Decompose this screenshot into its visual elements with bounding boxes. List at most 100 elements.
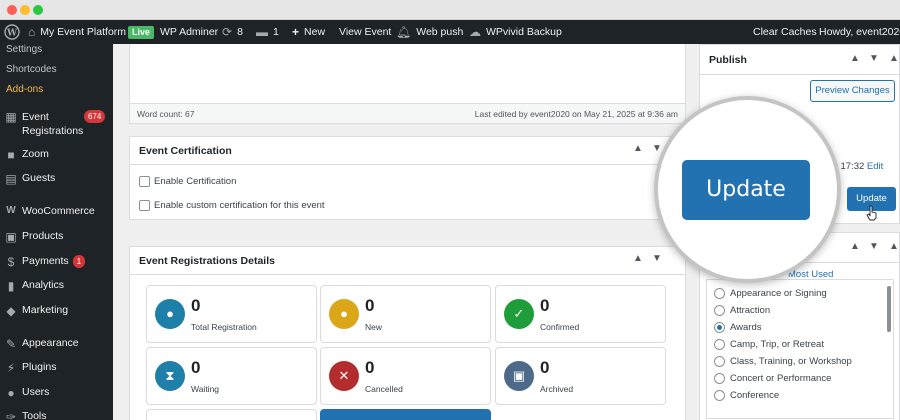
content-editor[interactable]: Word count: 67 Last edited by event2020 … — [129, 44, 686, 124]
category-radio[interactable] — [714, 339, 725, 350]
category-item[interactable]: Awards — [714, 322, 762, 333]
menu-plugins[interactable]: ⚡︎ Plugins — [0, 361, 113, 375]
word-count: Word count: 67 — [137, 109, 195, 119]
menu-analytics[interactable]: ▮ Analytics — [0, 279, 113, 293]
move-up-icon[interactable]: ▲ — [850, 53, 860, 64]
menu-event-registrations[interactable]: ▦ Event Registrations 674 — [0, 110, 113, 138]
menu-payments[interactable]: $ Payments 1 — [0, 255, 113, 269]
bar-chart-icon: ▮ — [7, 279, 15, 293]
category-list-scrollbar[interactable] — [887, 286, 891, 332]
collapse-icon[interactable]: ▲ — [889, 241, 899, 252]
preview-changes-button[interactable]: Preview Changes — [810, 80, 895, 102]
menu-appearance[interactable]: ✎ Appearance — [0, 337, 113, 351]
live-badge: Live — [128, 25, 155, 39]
category-item[interactable]: Attraction — [714, 305, 770, 316]
editor-status-bar: Word count: 67 Last edited by event2020 … — [130, 103, 685, 123]
category-item[interactable]: Conference — [714, 390, 779, 401]
id-card-icon: ▤ — [5, 172, 17, 186]
move-down-icon[interactable]: ▼ — [869, 241, 879, 252]
site-name-link[interactable]: ⌂ My Event Platform — [28, 20, 126, 44]
user-plus-icon: ● — [329, 299, 359, 329]
wp-adminer-link[interactable]: Live WP Adminer — [128, 20, 218, 44]
admin-bar: W ⌂ My Event Platform Live WP Adminer ⟳ … — [0, 20, 900, 44]
stat-card-cancelled[interactable]: ✕ 0 Cancelled — [320, 347, 491, 405]
move-down-icon[interactable]: ▼ — [869, 53, 879, 64]
category-radio[interactable] — [714, 356, 725, 367]
wordpress-logo-icon[interactable]: W — [4, 20, 20, 44]
home-icon: ⌂ — [28, 25, 36, 39]
video-icon: ■ — [7, 148, 15, 162]
category-item[interactable]: Appearance or Signing — [714, 288, 827, 299]
hand-cursor-icon — [866, 205, 877, 221]
category-radio[interactable] — [714, 305, 725, 316]
updates-link[interactable]: ⟳ 8 — [222, 20, 243, 44]
submenu-settings[interactable]: Settings — [6, 44, 42, 55]
view-event-link[interactable]: View Event — [339, 20, 391, 44]
minimize-window-button[interactable] — [20, 5, 30, 15]
comments-link[interactable]: ▬ 1 — [256, 20, 279, 44]
stat-card-new[interactable]: ● 0 New — [320, 285, 491, 343]
category-radio[interactable] — [714, 322, 725, 333]
action-button[interactable] — [320, 409, 491, 420]
woocommerce-icon: W — [6, 205, 16, 216]
bell-icon: 🔔︎ — [396, 25, 412, 39]
plus-icon: + — [292, 25, 300, 39]
move-up-icon[interactable]: ▲ — [850, 241, 860, 252]
move-down-icon[interactable]: ▼ — [652, 253, 662, 264]
wrench-icon: ✑ — [5, 410, 17, 420]
admin-sidebar: Settings Shortcodes Add-ons ▦ Event Regi… — [0, 44, 113, 420]
move-up-icon[interactable]: ▲ — [633, 253, 643, 264]
move-up-icon[interactable]: ▲ — [633, 143, 643, 154]
refresh-icon: ⟳ — [222, 25, 233, 39]
user-icon: ● — [155, 299, 185, 329]
cloud-icon: ☁ — [469, 25, 481, 39]
menu-tools[interactable]: ✑ Tools — [0, 410, 113, 420]
wpvivid-backup-link[interactable]: ☁ WPvivid Backup — [469, 20, 562, 44]
enable-certification-option[interactable]: Enable Certification — [139, 176, 236, 187]
enable-custom-certification-checkbox[interactable] — [139, 200, 150, 211]
hourglass-icon: ⧗ — [155, 361, 185, 391]
submenu-shortcodes[interactable]: Shortcodes — [6, 64, 57, 75]
submenu-add-ons[interactable]: Add-ons — [6, 84, 43, 95]
enable-certification-checkbox[interactable] — [139, 176, 150, 187]
category-list[interactable]: Appearance or Signing Attraction Awards … — [706, 279, 894, 419]
menu-zoom[interactable]: ■ Zoom — [0, 148, 113, 162]
event-certification-title: Event Certification — [139, 145, 232, 157]
web-push-link[interactable]: 🔔︎ Web push — [396, 20, 463, 44]
category-item[interactable]: Class, Training, or Workshop — [714, 356, 852, 367]
dollar-icon: $ — [7, 255, 15, 269]
category-radio[interactable] — [714, 288, 725, 299]
category-radio[interactable] — [714, 390, 725, 401]
stat-card-waiting[interactable]: ⧗ 0 Waiting — [146, 347, 317, 405]
clear-caches-link[interactable]: Clear Caches — [753, 20, 817, 44]
category-item[interactable]: Concert or Performance — [714, 373, 831, 384]
user-x-icon: ✕ — [329, 361, 359, 391]
event-registrations-details-box: Event Registrations Details ▲ ▼ ● 0 Tota… — [129, 246, 686, 420]
enable-custom-certification-option[interactable]: Enable custom certification for this eve… — [139, 200, 325, 211]
howdy-user-menu[interactable]: Howdy, event2020 — [819, 20, 900, 44]
maximize-window-button[interactable] — [33, 5, 43, 15]
svg-text:W: W — [6, 29, 18, 39]
publish-title: Publish — [709, 54, 747, 66]
event-registrations-details-title: Event Registrations Details — [139, 255, 275, 267]
magnifier-overlay: Update — [654, 96, 841, 283]
plug-icon: ⚡︎ — [6, 361, 16, 375]
stat-card-archived[interactable]: ▣ 0 Archived — [495, 347, 666, 405]
category-item[interactable]: Camp, Trip, or Retreat — [714, 339, 824, 350]
menu-marketing[interactable]: ◆ Marketing — [0, 304, 113, 318]
stat-card-confirmed[interactable]: ✓ 0 Confirmed — [495, 285, 666, 343]
calendar-icon: ▦ — [5, 110, 17, 124]
stat-card-total-registration[interactable]: ● 0 Total Registration — [146, 285, 317, 343]
close-window-button[interactable] — [7, 5, 17, 15]
magnified-update-button: Update — [682, 160, 810, 220]
new-content-link[interactable]: + New — [292, 20, 325, 44]
megaphone-icon: ◆ — [6, 304, 16, 318]
archive-icon: ▣ — [5, 230, 17, 244]
menu-woocommerce[interactable]: W WooCommerce — [0, 205, 113, 217]
menu-guests[interactable]: ▤ Guests — [0, 172, 113, 186]
edit-date-link[interactable]: Edit — [867, 161, 883, 172]
menu-users[interactable]: ● Users — [0, 386, 113, 400]
menu-products[interactable]: ▣ Products — [0, 230, 113, 244]
category-radio[interactable] — [714, 373, 725, 384]
collapse-icon[interactable]: ▲ — [889, 53, 899, 64]
